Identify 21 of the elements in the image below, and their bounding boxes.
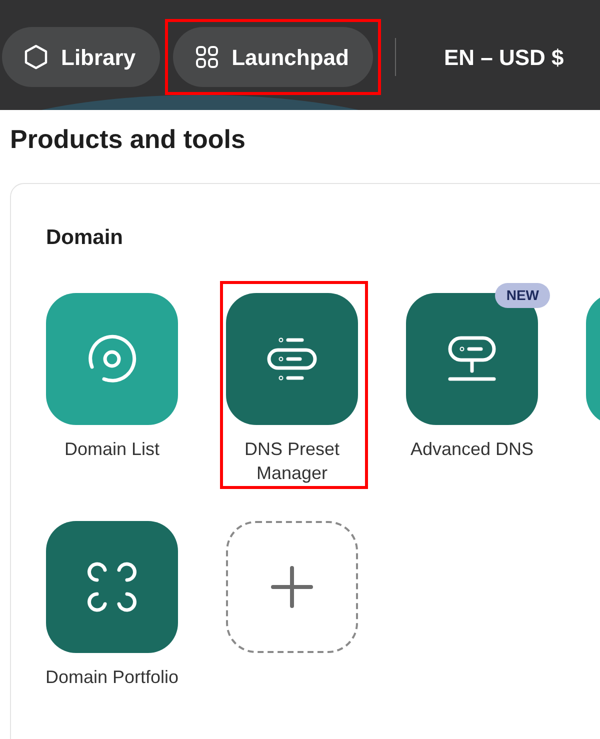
grid-icon	[194, 45, 219, 69]
tile-label: DNS Preset Manager	[243, 438, 341, 485]
new-badge: NEW	[495, 283, 550, 308]
section-title: Domain	[46, 225, 124, 251]
add-tile[interactable]	[226, 521, 358, 653]
tile-label: Domain Portfolio	[44, 666, 180, 689]
app-tile[interactable]	[46, 293, 178, 425]
tile-label: Advanced DNS	[409, 438, 535, 461]
app-tile[interactable]	[226, 293, 358, 425]
nav-pill[interactable]: Library	[2, 27, 160, 87]
hexagon-icon	[24, 44, 48, 70]
pill-icon	[266, 336, 318, 382]
locale-button[interactable]: EN – USD $	[444, 40, 564, 74]
tile-label: Domain List	[63, 438, 161, 461]
plus-icon	[271, 566, 313, 608]
server-icon	[446, 335, 498, 383]
target-icon	[86, 333, 138, 385]
clover-icon	[85, 560, 139, 614]
nav-pill[interactable]: Launchpad	[172, 27, 373, 87]
page-title: Products and tools	[10, 123, 246, 156]
app-tile[interactable]	[46, 521, 178, 653]
